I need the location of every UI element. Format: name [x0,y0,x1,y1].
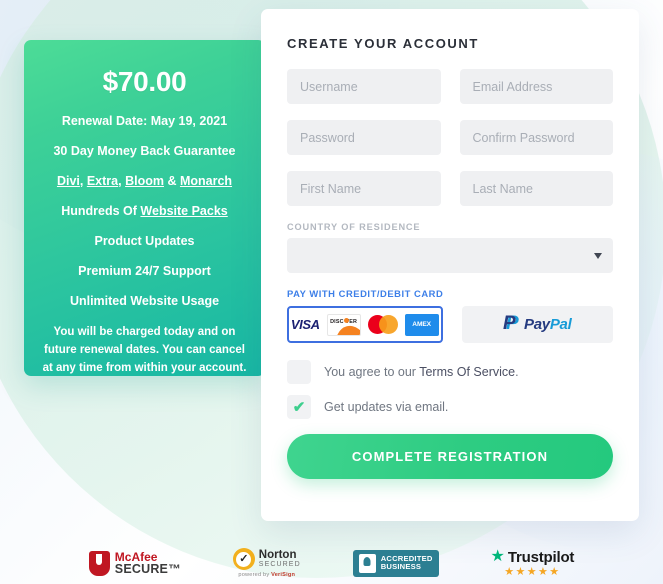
product-sep-3: & [163,174,180,188]
trust-badges: McAfee SECURE™ ✓ Norton SECURED powered … [0,548,663,578]
terms-checkbox[interactable] [287,360,311,384]
product-link-monarch[interactable]: Monarch [180,174,232,188]
username-field-wrap [287,69,441,104]
confirm-password-field-wrap [459,120,613,155]
updates-checkbox-row: ✔ Get updates via email. [287,395,613,419]
pricing-summary-panel: $70.00 Renewal Date: May 19, 2021 30 Day… [24,40,265,376]
terms-of-service-link[interactable]: Terms Of Service [419,365,515,379]
terms-text-suffix: . [515,365,519,379]
visa-icon: VISA [290,317,320,332]
unlimited-usage: Unlimited Website Usage [69,294,220,308]
country-select[interactable] [287,238,613,273]
norton-powered-brand: VeriSign [271,572,296,578]
checkmark-icon: ✔ [292,398,306,416]
complete-registration-button[interactable]: COMPLETE REGISTRATION [287,434,613,479]
amex-icon: AMEX [404,313,439,336]
website-packs-line: Hundreds Of Website Packs [38,204,251,219]
trustpilot-name: Trustpilot [507,548,575,566]
product-link-divi[interactable]: Divi [57,174,80,188]
paypal-label-pay: Pay [524,316,550,333]
shield-icon [88,550,110,576]
star-icon: ★ [490,548,505,565]
confirm-password-input[interactable] [459,120,613,155]
payment-option-paypal[interactable]: P P PayPal [461,306,613,343]
norton-line2: SECURED [258,561,301,569]
badge-trustpilot: ★ Trustpilot ★★★★★ [491,549,575,578]
terms-checkbox-row: You agree to our Terms Of Service. [287,360,613,384]
payment-method-label: PAY WITH CREDIT/DEBIT CARD [287,288,444,299]
first-name-field-wrap [287,171,441,206]
bbb-line2: BUSINESS [380,562,422,571]
form-row-account [287,69,613,104]
included-products: Divi, Extra, Bloom & Monarch [38,174,251,189]
renewal-date: Renewal Date: May 19, 2021 [61,114,228,128]
username-input[interactable] [287,69,441,104]
password-field-wrap [287,120,441,155]
product-link-extra[interactable]: Extra [87,174,118,188]
paypal-label-pal: Pal [549,316,572,333]
last-name-input[interactable] [459,171,613,206]
form-row-name [287,171,613,206]
last-name-field-wrap [459,171,613,206]
product-sep-1: , [79,174,87,188]
paypal-icon: P P PayPal [503,313,572,334]
norton-powered-prefix: powered by [238,572,272,578]
registration-form-card: CREATE YOUR ACCOUNT COUN [261,9,639,521]
billing-note: You will be charged today and on future … [42,326,247,374]
mcafee-line1: McAfee [114,549,158,564]
email-field-wrap [459,69,613,104]
terms-text-prefix: You agree to our [324,365,420,379]
payment-option-credit-card[interactable]: VISA DISC VER AMEX [287,306,443,343]
discover-icon: DISC VER [326,313,361,336]
mcafee-line2: SECURE™ [114,561,181,576]
page-title: CREATE YOUR ACCOUNT [287,36,479,51]
password-input[interactable] [287,120,441,155]
trustpilot-rating-stars: ★★★★★ [504,565,561,578]
website-packs-prefix: Hundreds Of [61,204,141,218]
terms-label: You agree to our Terms Of Service. [324,365,519,379]
norton-checkmark-icon: ✓ [232,548,255,570]
country-label: COUNTRY OF RESIDENCE [287,222,421,232]
first-name-input[interactable] [287,171,441,206]
badge-mcafee-secure: McAfee SECURE™ [88,549,181,576]
form-row-password [287,120,613,155]
bbb-torch-icon [358,553,376,573]
product-link-bloom[interactable]: Bloom [125,174,164,188]
payment-method-options: VISA DISC VER AMEX P P PayPal [287,306,613,343]
price-amount: $70.00 [102,66,187,97]
product-updates: Product Updates [94,234,195,248]
mastercard-icon [367,315,398,334]
email-updates-label: Get updates via email. [324,400,449,414]
badge-norton-secured: ✓ Norton SECURED powered by VeriSign [232,548,301,578]
money-back-guarantee: 30 Day Money Back Guarantee [53,144,236,158]
norton-line1: Norton [258,548,297,561]
email-updates-checkbox[interactable]: ✔ [287,395,311,419]
email-input[interactable] [459,69,613,104]
country-select-wrap [287,238,613,273]
premium-support: Premium 24/7 Support [78,264,211,278]
website-packs-link[interactable]: Website Packs [140,204,227,218]
norton-powered-by: powered by VeriSign [238,572,295,578]
registration-page: $70.00 Renewal Date: May 19, 2021 30 Day… [0,0,663,584]
badge-bbb-accredited: ACCREDITED BUSINESS [352,549,439,577]
